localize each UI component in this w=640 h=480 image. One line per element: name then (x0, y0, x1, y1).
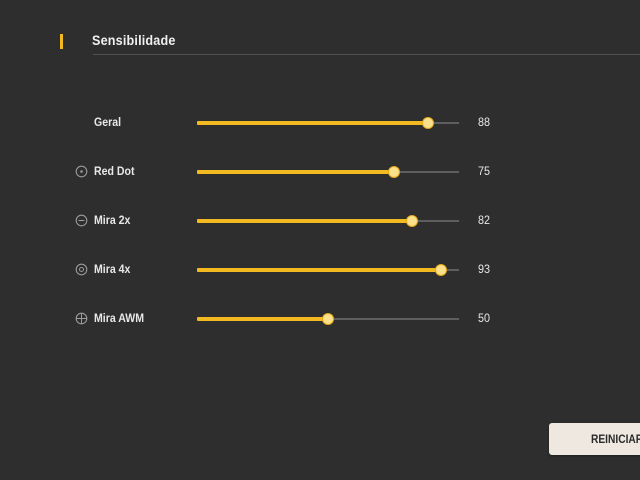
red-dot-sensitivity-slider[interactable] (197, 166, 459, 178)
slider-thumb[interactable] (406, 216, 417, 226)
section-header: Sensibilidade (56, 30, 640, 56)
slider-thumb[interactable] (388, 167, 399, 177)
slider-row-mira-2x: Mira 2x 82 (0, 209, 640, 233)
slider-fill (197, 219, 412, 223)
section-accent-bar (60, 34, 63, 49)
sensitivity-settings-screen: Sensibilidade Geral 88 Red Dot 75 Mira 2… (0, 0, 640, 480)
slider-value: 88 (478, 115, 491, 129)
slider-value: 75 (478, 164, 491, 178)
slider-row-mira-awm: Mira AWM 50 (0, 307, 640, 331)
slider-fill (197, 317, 328, 321)
slider-value: 50 (478, 311, 491, 325)
mira-awm-sensitivity-slider[interactable] (197, 313, 459, 325)
scope-4x-icon (75, 263, 88, 276)
geral-sensitivity-slider[interactable] (197, 117, 459, 129)
slider-row-red-dot: Red Dot 75 (0, 160, 640, 184)
reset-button-label: REINICIAR (591, 432, 640, 446)
slider-value: 93 (478, 262, 491, 276)
slider-row-geral: Geral 88 (0, 111, 640, 135)
slider-label: Mira AWM (94, 311, 145, 325)
slider-label: Geral (94, 115, 122, 129)
mira-4x-sensitivity-slider[interactable] (197, 264, 459, 276)
slider-label: Mira 2x (94, 213, 131, 227)
scope-2x-icon (75, 214, 88, 227)
slider-thumb[interactable] (323, 314, 333, 324)
section-title: Sensibilidade (92, 32, 176, 48)
slider-row-mira-4x: Mira 4x 93 (0, 258, 640, 282)
slider-value: 82 (478, 213, 491, 227)
slider-label: Red Dot (94, 164, 135, 178)
reset-button[interactable]: REINICIAR (549, 423, 640, 455)
header-divider (93, 54, 640, 55)
slider-fill (197, 170, 394, 174)
slider-fill (197, 268, 441, 272)
awm-scope-icon (75, 312, 88, 325)
slider-fill (197, 121, 428, 125)
red-dot-scope-icon (75, 165, 88, 178)
slider-thumb[interactable] (422, 118, 433, 128)
slider-label: Mira 4x (94, 262, 131, 276)
mira-2x-sensitivity-slider[interactable] (197, 215, 459, 227)
slider-thumb[interactable] (435, 265, 446, 275)
